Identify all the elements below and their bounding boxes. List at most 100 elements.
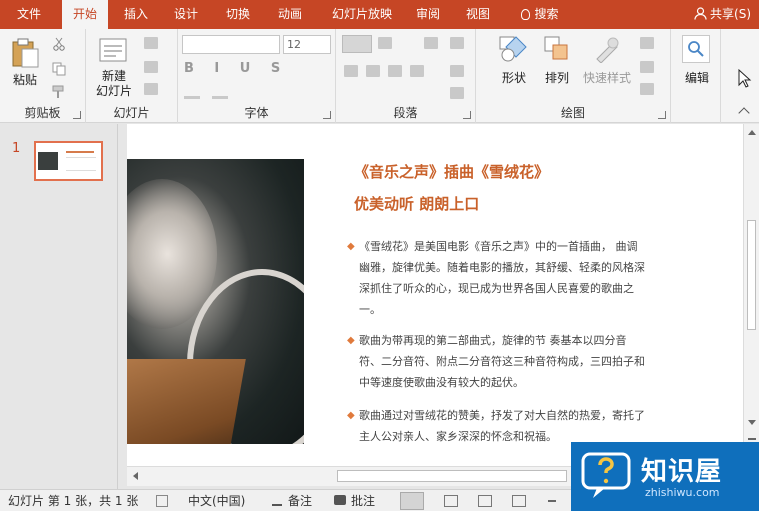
clipboard-group: 粘贴 剪贴板 [0, 29, 86, 123]
clipboard-launcher[interactable] [73, 111, 81, 119]
paragraph-launcher[interactable] [463, 111, 471, 119]
arrange-button[interactable]: 排列 [538, 35, 576, 99]
tab-insert[interactable]: 插入 [114, 0, 158, 29]
guitar-photo[interactable] [127, 159, 304, 444]
paste-label: 粘贴 [12, 73, 37, 87]
paragraph-group: 段落 [336, 29, 476, 123]
quick-styles-icon [596, 37, 619, 63]
share-button[interactable]: 共享(S) [694, 0, 751, 29]
tab-view[interactable]: 视图 [456, 0, 500, 29]
shape-fill-icon[interactable] [640, 37, 654, 49]
paragraph-1-text: 《雪绒花》是美国电影《音乐之声》中的一首插曲， 曲调幽雅，旋律优美。随着电影的播… [359, 240, 645, 316]
collapse-ribbon-icon[interactable] [738, 107, 750, 119]
slide-title[interactable]: 《音乐之声》插曲《雪绒花》 [354, 161, 549, 182]
font-color-icon[interactable] [184, 85, 200, 99]
paste-button[interactable]: 粘贴 [8, 35, 42, 91]
slide-canvas[interactable]: 《音乐之声》插曲《雪绒花》 优美动听 朗朗上口 ◆ 《雪绒花》是美国电影《音乐之… [127, 124, 743, 466]
smartart-icon[interactable] [450, 87, 464, 99]
tab-review[interactable]: 审阅 [408, 0, 448, 29]
cut-icon[interactable] [52, 37, 66, 51]
scroll-up-arrow[interactable] [748, 130, 756, 135]
drawing-group-label: 绘图 [560, 106, 585, 120]
editing-button[interactable]: 编辑 [677, 35, 717, 95]
section-icon[interactable] [144, 83, 158, 95]
align-right-icon[interactable] [388, 65, 402, 77]
tab-slideshow[interactable]: 幻灯片放映 [320, 0, 404, 29]
new-slide-button[interactable]: 新建 幻灯片 [90, 35, 138, 99]
notes-label: 备注 [288, 494, 313, 508]
arrange-label: 排列 [544, 71, 569, 85]
slides-group: 新建 幻灯片 幻灯片 [86, 29, 178, 123]
shape-effects-icon[interactable] [640, 83, 654, 95]
format-painter-icon[interactable] [52, 85, 66, 99]
drawing-group: 形状 排列 快速样式 绘图 [476, 29, 671, 123]
paragraph-3-text: 歌曲通过对雪绒花的赞美，抒发了对大自然的热爱，寄托了主人公对亲人、家乡深深的怀念… [359, 409, 645, 443]
tab-file[interactable]: 文件 [4, 0, 54, 29]
vertical-scroll-thumb[interactable] [747, 220, 756, 330]
tab-animations[interactable]: 动画 [268, 0, 312, 29]
slide-thumbnail-pane: 1 [0, 124, 118, 489]
watermark-logo [581, 452, 631, 498]
shape-button[interactable]: 形状 [492, 35, 536, 99]
justify-icon[interactable] [410, 65, 424, 77]
font-color-row [184, 85, 332, 99]
font-launcher[interactable] [323, 111, 331, 119]
layout-icon[interactable] [144, 37, 158, 49]
bullets-icon[interactable] [342, 35, 372, 53]
slideshow-view-icon[interactable] [512, 495, 526, 507]
tab-transitions[interactable]: 切换 [216, 0, 260, 29]
tell-me-search[interactable]: 搜索 [512, 0, 568, 29]
notes-icon [272, 496, 282, 506]
slide-subtitle[interactable]: 优美动听 朗朗上口 [354, 193, 479, 214]
drawing-launcher[interactable] [658, 111, 666, 119]
font-name-box[interactable] [182, 35, 280, 54]
lightbulb-icon [521, 9, 531, 20]
paragraph-2-text: 歌曲为带再现的第二部曲式，旋律的节 奏基本以四分音符、二分音符、附点二分音符这三… [359, 334, 645, 389]
align-left-icon[interactable] [344, 65, 358, 77]
tab-design[interactable]: 设计 [164, 0, 208, 29]
copy-icon[interactable] [52, 62, 66, 76]
watermark-title: 知识屋 [641, 457, 723, 487]
align-center-icon[interactable] [366, 65, 380, 77]
bullet-icon: ◆ [347, 241, 355, 252]
slide-editor: 《音乐之声》插曲《雪绒花》 优美动听 朗朗上口 ◆ 《雪绒花》是美国电影《音乐之… [119, 124, 743, 466]
tab-home[interactable]: 开始 [62, 0, 108, 29]
normal-view-icon[interactable] [400, 492, 424, 510]
horizontal-scroll-thumb[interactable] [337, 470, 567, 482]
slide-thumbnail[interactable] [34, 141, 103, 181]
paragraph-1[interactable]: ◆ 《雪绒花》是美国电影《音乐之声》中的一首插曲， 曲调幽雅，旋律优美。随着电影… [347, 236, 647, 320]
font-size-box[interactable]: 12 [283, 35, 331, 54]
line-spacing-icon[interactable] [424, 37, 438, 49]
quick-styles-button[interactable]: 快速样式 [578, 35, 636, 99]
new-slide-label-line1: 新建 [101, 69, 126, 83]
scroll-down-arrow[interactable] [748, 420, 756, 425]
font-format-row: B I U S [184, 61, 289, 76]
text-direction-icon[interactable] [450, 37, 464, 49]
shape-outline-icon[interactable] [640, 61, 654, 73]
reset-icon[interactable] [144, 61, 158, 73]
search-label: 搜索 [534, 7, 559, 21]
zoom-out-button[interactable] [548, 500, 556, 502]
paragraph-3[interactable]: ◆ 歌曲通过对雪绒花的赞美，抒发了对大自然的热爱，寄托了主人公对亲人、家乡深深的… [347, 405, 647, 447]
reading-view-icon[interactable] [478, 495, 492, 507]
font-group: 12 B I U S 字体 [178, 29, 336, 123]
slide-sorter-view-icon[interactable] [444, 495, 458, 507]
editing-group: 编辑 [671, 29, 721, 123]
new-slide-label-line2: 幻灯片 [95, 84, 132, 98]
vertical-scrollbar[interactable] [743, 124, 759, 466]
scroll-left-arrow[interactable] [133, 472, 138, 480]
bullet-icon: ◆ [347, 335, 355, 346]
paragraph-2[interactable]: ◆ 歌曲为带再现的第二部曲式，旋律的节 奏基本以四分音符、二分音符、附点二分音符… [347, 330, 647, 393]
highlight-icon[interactable] [212, 85, 228, 99]
new-slide-icon [99, 38, 127, 62]
paragraph-group-label: 段落 [393, 106, 418, 120]
align-text-icon[interactable] [450, 65, 464, 77]
thumbnail-title [66, 151, 94, 153]
ribbon: 粘贴 剪贴板 新建 幻灯片 幻灯片 12 B I U S 字体 段落 形状 排列… [0, 29, 759, 123]
numbering-icon[interactable] [378, 37, 392, 49]
clipboard-icon [12, 38, 39, 68]
comment-icon [334, 495, 346, 505]
spellcheck-icon[interactable] [156, 495, 168, 507]
language-status[interactable]: 中文(中国) [188, 490, 245, 511]
watermark: 知识屋 zhishiwu.com [571, 442, 759, 511]
